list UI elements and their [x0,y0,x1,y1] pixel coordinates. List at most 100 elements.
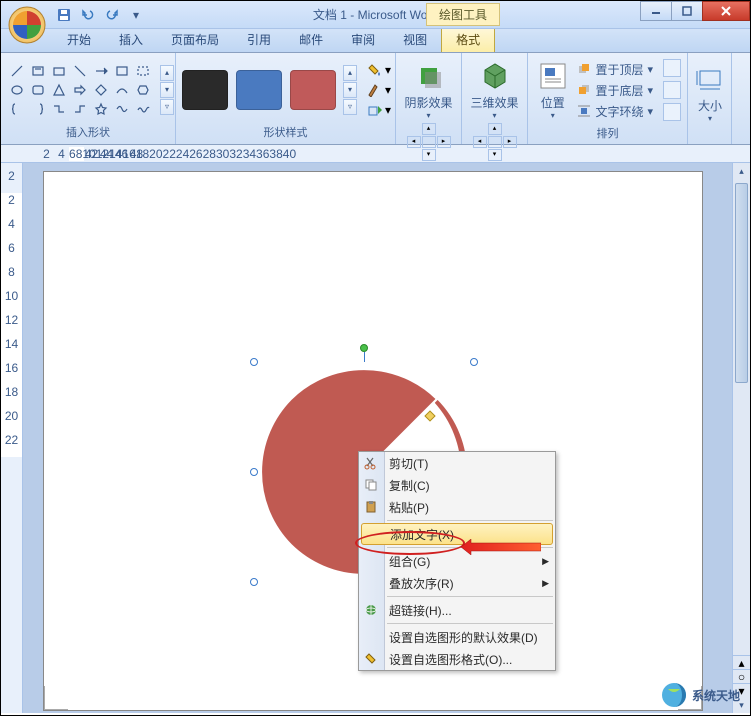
title-bar: ▾ 文档 1 - Microsoft Word 绘图工具 [1,1,750,29]
shape-fill-icon[interactable]: ▾ [367,61,395,79]
nudge-left-icon[interactable]: ◂ [407,136,421,148]
scroll-thumb[interactable] [735,183,748,383]
position-button[interactable]: 位置 ▾ [534,57,571,123]
bring-front-button[interactable]: 置于顶层 ▾ [575,60,655,79]
menu-add-text[interactable]: 添加文字(X) [361,523,553,545]
tab-home[interactable]: 开始 [53,27,105,52]
window-title: 文档 1 - Microsoft Word [313,6,438,23]
tilt-left-icon[interactable]: ◂ [473,136,487,148]
tab-view[interactable]: 视图 [389,27,441,52]
nudge-right-icon[interactable]: ▸ [437,136,451,148]
change-shape-icon[interactable]: ▾ [367,101,395,119]
text-wrap-button[interactable]: 文字环绕 ▾ [575,102,655,121]
shape-oval-icon[interactable] [7,81,27,99]
rotation-handle[interactable] [360,344,368,352]
menu-cut[interactable]: 剪切(T) [359,452,555,474]
shapes-gallery[interactable] [7,62,153,118]
menu-format-shape[interactable]: 设置自选图形格式(O)... [359,648,555,670]
ribbon-tabs: 开始 插入 页面布局 引用 邮件 审阅 视图 格式 [1,29,750,53]
style-more-icon[interactable]: ▿ [343,99,357,115]
rotate-icon[interactable] [663,103,681,121]
group-icon[interactable] [663,81,681,99]
menu-group[interactable]: 组合(G) ▶ [359,550,555,572]
shape-curve-icon[interactable] [112,81,132,99]
shape-hex-icon[interactable] [133,81,153,99]
style-swatch-black[interactable] [182,70,228,110]
shape-arrow-icon[interactable] [91,62,111,80]
tilt-down-icon[interactable]: ▾ [488,149,502,161]
shape-star-icon[interactable] [91,100,111,118]
style-swatch-red[interactable] [290,70,336,110]
maximize-button[interactable] [671,1,703,21]
vertical-scrollbar[interactable]: ▴ ▴ ○ ▾ ▾ [732,163,750,713]
save-icon[interactable] [53,4,75,26]
tab-references[interactable]: 引用 [233,27,285,52]
shape-outline-icon[interactable]: ▾ [367,81,395,99]
shape-roundrect-icon[interactable] [28,81,48,99]
style-swatch-blue[interactable] [236,70,282,110]
shape-freeform-icon[interactable] [112,100,132,118]
gallery-down-icon[interactable]: ▾ [160,82,174,98]
close-button[interactable] [702,1,750,21]
prev-page-icon[interactable]: ▴ [733,655,750,669]
shape-textbox-icon[interactable] [28,62,48,80]
3d-effects-button[interactable]: 三维效果 ▾ [469,57,521,123]
position-label: 位置 [541,94,565,111]
shape-arrowr-icon[interactable] [70,81,90,99]
watermark-icon [660,681,688,709]
style-down-icon[interactable]: ▾ [343,82,357,98]
shape-scribble-icon[interactable] [133,100,153,118]
vertical-ruler[interactable]: 2246810121416182022 [1,163,23,713]
nudge-down-icon[interactable]: ▾ [422,149,436,161]
paste-icon [363,499,379,515]
tab-insert[interactable]: 插入 [105,27,157,52]
tilt-right-icon[interactable]: ▸ [503,136,517,148]
context-menu: 剪切(T) 复制(C) 粘贴(P) 添加文字(X) 组合(G) ▶ 叠放次序(R… [358,451,556,671]
tab-page-layout[interactable]: 页面布局 [157,27,233,52]
office-button[interactable] [7,5,47,45]
qat-dropdown-icon[interactable]: ▾ [125,4,147,26]
shape-diamond-icon[interactable] [91,81,111,99]
shape-rect-icon[interactable] [49,62,69,80]
horizontal-ruler[interactable]: 24 6810121416182022242628303234363840 42… [1,145,750,163]
redo-icon[interactable] [101,4,123,26]
group-label-styles: 形状样式 [182,122,389,140]
undo-icon[interactable] [77,4,99,26]
size-button[interactable]: 大小 ▾ [694,60,726,126]
shape-brace-icon[interactable] [7,100,27,118]
shape-rect2-icon[interactable] [112,62,132,80]
menu-order[interactable]: 叠放次序(R) ▶ [359,572,555,594]
menu-set-default[interactable]: 设置自选图形的默认效果(D) [359,626,555,648]
gallery-more-icon[interactable]: ▿ [160,99,174,115]
shape-line-icon[interactable] [7,62,27,80]
tab-mailings[interactable]: 邮件 [285,27,337,52]
style-gallery[interactable] [182,70,336,110]
gallery-up-icon[interactable]: ▴ [160,65,174,81]
tab-format[interactable]: 格式 [441,26,495,52]
shape-rect3-icon[interactable] [133,62,153,80]
size-label: 大小 [698,97,722,114]
minimize-button[interactable] [640,1,672,21]
group-insert-shapes: ▴ ▾ ▿ A 插入形状 [1,53,176,144]
shape-line2-icon[interactable] [70,62,90,80]
nudge-up-icon[interactable]: ▴ [422,123,436,135]
menu-hyperlink[interactable]: 超链接(H)... [359,599,555,621]
align-icon[interactable] [663,59,681,77]
shape-connector2-icon[interactable] [70,100,90,118]
send-back-button[interactable]: 置于底层 ▾ [575,81,655,100]
group-arrange: 位置 ▾ 置于顶层 ▾ 置于底层 ▾ 文字环绕 ▾ 排列 [528,53,688,144]
shadow-effects-button[interactable]: 阴影效果 ▾ [403,57,455,123]
group-label-shapes: 插入形状 [7,122,169,140]
menu-paste[interactable]: 粘贴(P) [359,496,555,518]
group-label-arrange: 排列 [534,123,681,141]
scroll-up-icon[interactable]: ▴ [733,163,750,179]
style-tools: ▾ ▾ ▾ [367,61,395,119]
shape-connector1-icon[interactable] [49,100,69,118]
shape-brace2-icon[interactable] [28,100,48,118]
submenu-arrow-icon: ▶ [542,556,549,567]
tab-review[interactable]: 审阅 [337,27,389,52]
style-up-icon[interactable]: ▴ [343,65,357,81]
tilt-up-icon[interactable]: ▴ [488,123,502,135]
shape-triangle-icon[interactable] [49,81,69,99]
menu-copy[interactable]: 复制(C) [359,474,555,496]
